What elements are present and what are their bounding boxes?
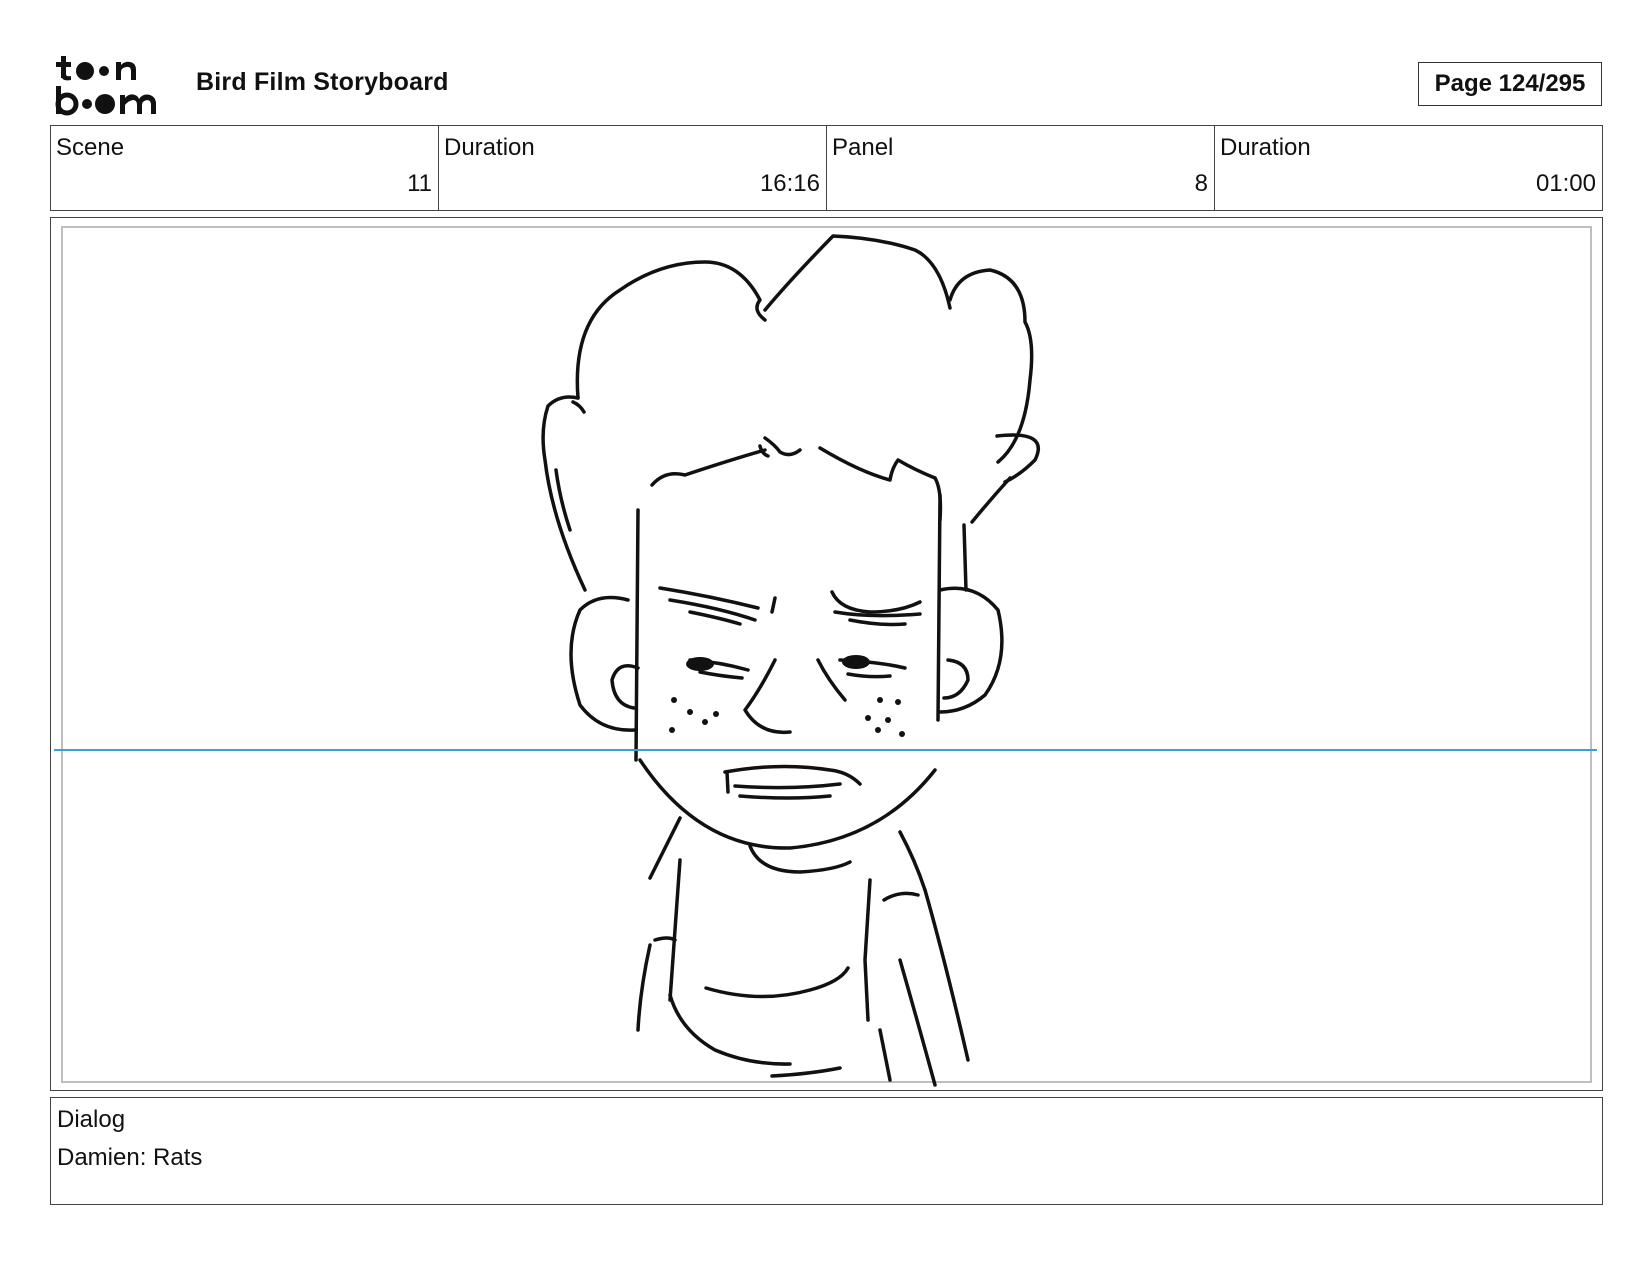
scene-duration-value: 16:16	[759, 170, 820, 197]
toon-boom-logo-icon	[55, 56, 156, 116]
page-indicator: Page 124/295	[1418, 62, 1602, 106]
panel-sketch	[54, 221, 1599, 1087]
dialog-label: Dialog	[57, 1106, 126, 1133]
scene-duration-label: Duration	[444, 134, 535, 161]
dialog-text: Damien: Rats	[57, 1144, 203, 1171]
scene-duration-cell: Duration 16:16	[439, 126, 827, 210]
scene-value: 11	[407, 170, 432, 197]
panel-label: Panel	[832, 134, 894, 161]
panel-duration-cell: Duration 01:00	[1215, 126, 1602, 210]
panel-duration-value: 01:00	[1535, 170, 1596, 197]
panel-info-row: Scene 11 Duration 16:16 Panel 8 Duration…	[50, 125, 1603, 211]
dialog-box: Dialog Damien: Rats	[50, 1097, 1603, 1205]
panel-value: 8	[1194, 170, 1208, 197]
document-title: Bird Film Storyboard	[196, 68, 449, 96]
character-sketch-icon	[54, 234, 1597, 1087]
scene-cell: Scene 11	[51, 126, 439, 210]
scene-label: Scene	[56, 134, 125, 161]
panel-duration-label: Duration	[1220, 134, 1311, 161]
panel-cell: Panel 8	[827, 126, 1215, 210]
toon-boom-logo	[54, 54, 172, 116]
